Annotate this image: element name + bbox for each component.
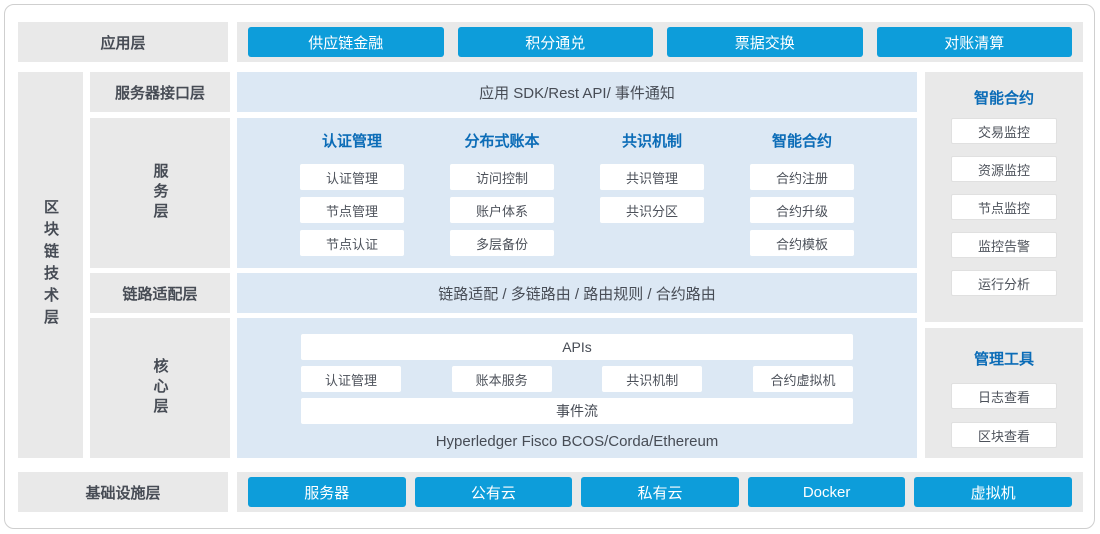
service-item: 认证管理 [300,164,404,190]
service-layer-label: 服务层 [150,163,171,223]
service-item: 访问控制 [450,164,554,190]
app-button-bill-exchange: 票据交换 [667,27,863,57]
service-column-contract: 智能合约 合约注册 合约升级 合约模板 [750,118,854,268]
infra-button-public-cloud: 公有云 [415,477,573,507]
monitor-item: 交易监控 [951,118,1057,144]
service-item: 合约注册 [750,164,854,190]
sdk-api-bar: 应用 SDK/Rest API/ 事件通知 [237,72,917,112]
monitor-panel: 智能合约 交易监控 资源监控 节点监控 监控告警 运行分析 [925,72,1083,322]
core-module: 合约虚拟机 [753,366,853,392]
infra-button-docker: Docker [748,477,906,507]
monitor-item: 节点监控 [951,194,1057,220]
core-module: 账本服务 [452,366,552,392]
tools-panel: 管理工具 日志查看 区块查看 [925,328,1083,458]
monitor-items: 交易监控 资源监控 节点监控 监控告警 运行分析 [951,118,1057,296]
service-item: 多层备份 [450,230,554,256]
service-layer-panel: 认证管理 认证管理 节点管理 节点认证 分布式账本 访问控制 账户体系 多层备份… [237,118,917,268]
core-module: 认证管理 [301,366,401,392]
infra-button-server: 服务器 [248,477,406,507]
service-item: 合约升级 [750,197,854,223]
core-layer-panel: APIs 认证管理 账本服务 共识机制 合约虚拟机 事件流 Hyperledge… [237,318,917,458]
event-stream-bar: 事件流 [301,398,853,424]
core-module: 共识机制 [602,366,702,392]
service-column-auth: 认证管理 认证管理 节点管理 节点认证 [300,118,404,268]
app-button-reconciliation: 对账清算 [877,27,1073,57]
core-layer-label: 核心层 [150,358,171,418]
service-column-consensus: 共识机制 共识管理 共识分区 [600,118,704,268]
monitor-item: 监控告警 [951,232,1057,258]
app-button-points-exchange: 积分通兑 [458,27,654,57]
service-column-header: 智能合约 [772,130,832,151]
service-column-header: 认证管理 [322,130,382,151]
core-layer-label-box: 核心层 [90,318,230,458]
app-button-supply-chain-finance: 供应链金融 [248,27,444,57]
service-item: 节点认证 [300,230,404,256]
infra-button-private-cloud: 私有云 [581,477,739,507]
service-column-ledger: 分布式账本 访问控制 账户体系 多层备份 [450,118,554,268]
app-layer-strip: 供应链金融 积分通兑 票据交换 对账清算 [237,22,1083,62]
apis-bar: APIs [301,334,853,360]
tech-layer-label: 区块链技术层 [40,199,61,331]
tools-item: 日志查看 [951,383,1057,409]
service-item: 共识管理 [600,164,704,190]
service-column-header: 共识机制 [622,130,682,151]
link-adaptation-bar: 链路适配 / 多链路由 / 路由规则 / 合约路由 [237,273,917,313]
infra-button-vm: 虚拟机 [914,477,1072,507]
app-layer-label: 应用层 [18,22,228,62]
service-item: 节点管理 [300,197,404,223]
tools-item: 区块查看 [951,422,1057,448]
tools-panel-header: 管理工具 [974,348,1034,368]
tech-layer-strip: 区块链技术层 [18,72,83,458]
core-modules-row: 认证管理 账本服务 共识机制 合约虚拟机 [301,366,853,392]
interface-layer-label: 服务器接口层 [90,72,230,112]
service-column-header: 分布式账本 [464,130,539,151]
monitor-item: 资源监控 [951,156,1057,182]
monitor-item: 运行分析 [951,270,1057,296]
tools-items: 日志查看 区块查看 [951,383,1057,448]
service-layer-label-box: 服务层 [90,118,230,268]
link-layer-label: 链路适配层 [90,273,230,313]
service-item: 共识分区 [600,197,704,223]
infra-layer-strip: 服务器 公有云 私有云 Docker 虚拟机 [237,472,1083,512]
monitor-panel-header: 智能合约 [974,87,1034,107]
service-item: 合约模板 [750,230,854,256]
platforms-text: Hyperledger Fisco BCOS/Corda/Ethereum [436,433,719,450]
infra-layer-label: 基础设施层 [18,472,228,512]
service-item: 账户体系 [450,197,554,223]
